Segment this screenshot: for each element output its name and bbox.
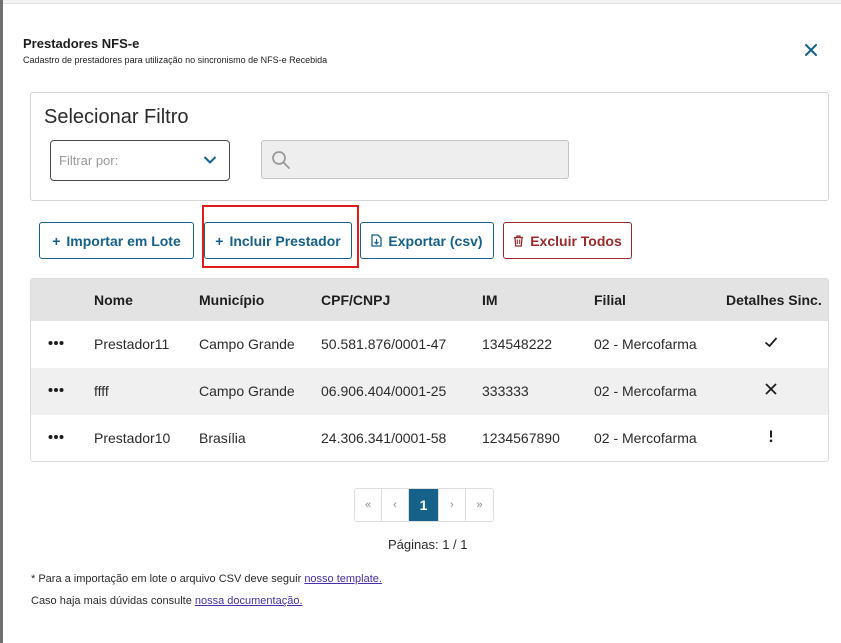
prev-page-button[interactable]: ‹: [382, 489, 409, 521]
more-options-icon[interactable]: [48, 340, 64, 346]
filter-panel: Selecionar Filtro Filtrar por:: [30, 92, 829, 201]
cell-cpf-cnpj: 24.306.341/0001-58: [321, 430, 447, 446]
include-provider-label: Incluir Prestador: [229, 232, 341, 249]
filter-select[interactable]: Filtrar por:: [50, 140, 230, 181]
cell-cpf-cnpj: 06.906.404/0001-25: [321, 383, 447, 399]
column-header-nome[interactable]: Nome: [94, 292, 133, 308]
more-options-icon[interactable]: [48, 387, 64, 393]
table-row: ffff Campo Grande 06.906.404/0001-25 333…: [31, 368, 828, 415]
window-top-edge: [0, 0, 841, 4]
cell-im: 333333: [482, 383, 529, 399]
template-link[interactable]: nosso template.: [304, 573, 382, 585]
exclamation-icon[interactable]: [764, 429, 778, 443]
cell-nome: Prestador10: [94, 430, 171, 446]
footnote-docs: Caso haja mais dúvidas consulte nossa do…: [31, 595, 303, 607]
window-left-edge: [0, 0, 3, 643]
filter-title: Selecionar Filtro: [44, 106, 189, 128]
plus-icon: +: [52, 232, 61, 249]
file-export-icon: [371, 234, 383, 247]
footnote-template-text: * Para a importação em lote o arquivo CS…: [31, 573, 305, 585]
modal-header: Prestadores NFS-e Cadastro de prestadore…: [23, 36, 327, 65]
table-row: Prestador11 Campo Grande 50.581.876/0001…: [31, 321, 828, 368]
next-page-button[interactable]: ›: [439, 489, 466, 521]
last-page-button[interactable]: »: [466, 489, 493, 521]
delete-all-button[interactable]: Excluir Todos: [503, 222, 632, 259]
close-icon: [805, 44, 817, 56]
modal-subtitle: Cadastro de prestadores para utilização …: [23, 55, 328, 65]
page-button-current[interactable]: 1: [409, 489, 439, 521]
column-header-municipio[interactable]: Município: [199, 292, 264, 308]
search-box[interactable]: [261, 140, 569, 179]
cell-filial: 02 - Mercofarma: [594, 383, 697, 399]
chevron-down-icon: [203, 156, 217, 164]
cell-nome: ffff: [94, 383, 109, 399]
column-header-cpf-cnpj[interactable]: CPF/CNPJ: [321, 292, 390, 308]
pages-info: Páginas: 1 / 1: [388, 537, 468, 552]
cell-im: 134548222: [482, 336, 553, 352]
cell-filial: 02 - Mercofarma: [594, 430, 697, 446]
cell-im: 1234567890: [482, 430, 560, 446]
cell-filial: 02 - Mercofarma: [594, 336, 697, 352]
include-provider-button[interactable]: + Incluir Prestador: [204, 222, 352, 259]
cell-municipio: Campo Grande: [199, 336, 295, 352]
footnote-docs-text: Caso haja mais dúvidas consulte: [31, 595, 195, 607]
import-batch-label: Importar em Lote: [66, 232, 181, 249]
pagination: « ‹ 1 › »: [354, 488, 494, 522]
trash-icon: [514, 234, 524, 247]
x-icon[interactable]: [764, 382, 778, 396]
export-csv-button[interactable]: Exportar (csv): [360, 222, 494, 259]
delete-all-label: Excluir Todos: [530, 232, 622, 249]
filter-select-placeholder: Filtrar por:: [59, 153, 119, 168]
more-options-icon[interactable]: [48, 434, 64, 440]
export-csv-label: Exportar (csv): [388, 232, 483, 249]
table-header: Nome Município CPF/CNPJ IM Filial Detalh…: [31, 279, 828, 321]
search-icon: [272, 151, 290, 169]
search-input[interactable]: [298, 149, 558, 171]
plus-icon: +: [215, 232, 224, 249]
footnote-template: * Para a importação em lote o arquivo CS…: [31, 573, 382, 585]
close-button[interactable]: [802, 41, 820, 59]
column-header-im[interactable]: IM: [482, 292, 498, 308]
import-batch-button[interactable]: + Importar em Lote: [39, 222, 194, 259]
cell-municipio: Campo Grande: [199, 383, 295, 399]
column-header-detalhes-sinc[interactable]: Detalhes Sinc.: [726, 292, 822, 308]
first-page-button[interactable]: «: [355, 489, 382, 521]
cell-nome: Prestador11: [94, 336, 170, 352]
modal-title: Prestadores NFS-e: [23, 36, 140, 51]
check-icon[interactable]: [764, 335, 778, 349]
providers-table: Nome Município CPF/CNPJ IM Filial Detalh…: [30, 278, 829, 462]
cell-municipio: Brasília: [199, 430, 246, 446]
table-row: Prestador10 Brasília 24.306.341/0001-58 …: [31, 415, 828, 461]
column-header-filial[interactable]: Filial: [594, 292, 626, 308]
documentation-link[interactable]: nossa documentação.: [195, 595, 303, 607]
cell-cpf-cnpj: 50.581.876/0001-47: [321, 336, 447, 352]
